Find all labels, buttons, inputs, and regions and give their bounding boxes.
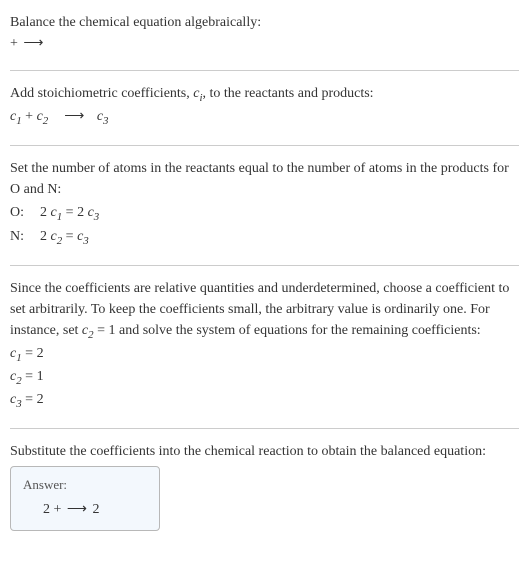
answer-box: Answer: 2 + ⟶ 2: [10, 466, 160, 531]
atom-eq-N: 2 c2 = c3: [40, 226, 89, 249]
divider: [10, 428, 519, 429]
eq-mid: = 2: [62, 205, 87, 220]
unbalanced-equation: + ⟶: [10, 33, 519, 54]
atom-row-O: O: 2 c1 = 2 c3: [10, 202, 519, 225]
divider: [10, 70, 519, 71]
text: Add stoichiometric coefficients,: [10, 86, 193, 101]
atom-balance-instruction: Set the number of atoms in the reactants…: [10, 158, 519, 200]
coef: 2: [40, 205, 51, 220]
reaction-arrow-icon: ⟶: [62, 106, 86, 127]
val: = 2: [22, 346, 44, 361]
sub-3: 3: [83, 234, 88, 246]
atom-equations: O: 2 c1 = 2 c3 N: 2 c2 = c3: [10, 202, 519, 248]
answer-label: Answer:: [23, 475, 147, 495]
coefficient-equation: c1 + c2 ⟶ c3: [10, 106, 519, 129]
balanced-equation: 2 + ⟶ 2: [23, 499, 147, 520]
solve-instruction: Since the coefficients are relative quan…: [10, 278, 519, 343]
atom-label-N: N:: [10, 226, 40, 249]
section-solve: Since the coefficients are relative quan…: [10, 272, 519, 423]
val: = 2: [22, 392, 44, 407]
coefficients-instruction: Add stoichiometric coefficients, ci, to …: [10, 83, 519, 106]
val: = 1: [22, 369, 44, 384]
eq-left: 2 +: [43, 502, 65, 517]
eq-right: 2: [89, 502, 100, 517]
section-answer: Substitute the coefficients into the che…: [10, 435, 519, 541]
section-atom-balance: Set the number of atoms in the reactants…: [10, 152, 519, 258]
eq-mid: =: [62, 229, 77, 244]
reaction-arrow-icon: ⟶: [65, 499, 89, 520]
sub-3: 3: [94, 211, 99, 223]
section-balance: Balance the chemical equation algebraica…: [10, 6, 519, 64]
balance-instruction: Balance the chemical equation algebraica…: [10, 12, 519, 33]
divider: [10, 265, 519, 266]
sub-3: 3: [103, 115, 108, 127]
text: = 1 and solve the system of equations fo…: [94, 323, 481, 338]
substitute-instruction: Substitute the coefficients into the che…: [10, 441, 519, 462]
sub-2: 2: [43, 115, 48, 127]
atom-label-O: O:: [10, 202, 40, 225]
solution-row-3: c3 = 2: [10, 389, 519, 412]
divider: [10, 145, 519, 146]
text: , to the reactants and products:: [203, 86, 374, 101]
reactants-placeholder: +: [10, 36, 21, 51]
section-coefficients: Add stoichiometric coefficients, ci, to …: [10, 77, 519, 139]
atom-eq-O: 2 c1 = 2 c3: [40, 202, 99, 225]
atom-row-N: N: 2 c2 = c3: [10, 226, 519, 249]
plus: +: [22, 109, 37, 124]
coef: 2: [40, 229, 51, 244]
solution-row-2: c2 = 1: [10, 366, 519, 389]
solution-row-1: c1 = 2: [10, 343, 519, 366]
reaction-arrow-icon: ⟶: [21, 33, 45, 54]
